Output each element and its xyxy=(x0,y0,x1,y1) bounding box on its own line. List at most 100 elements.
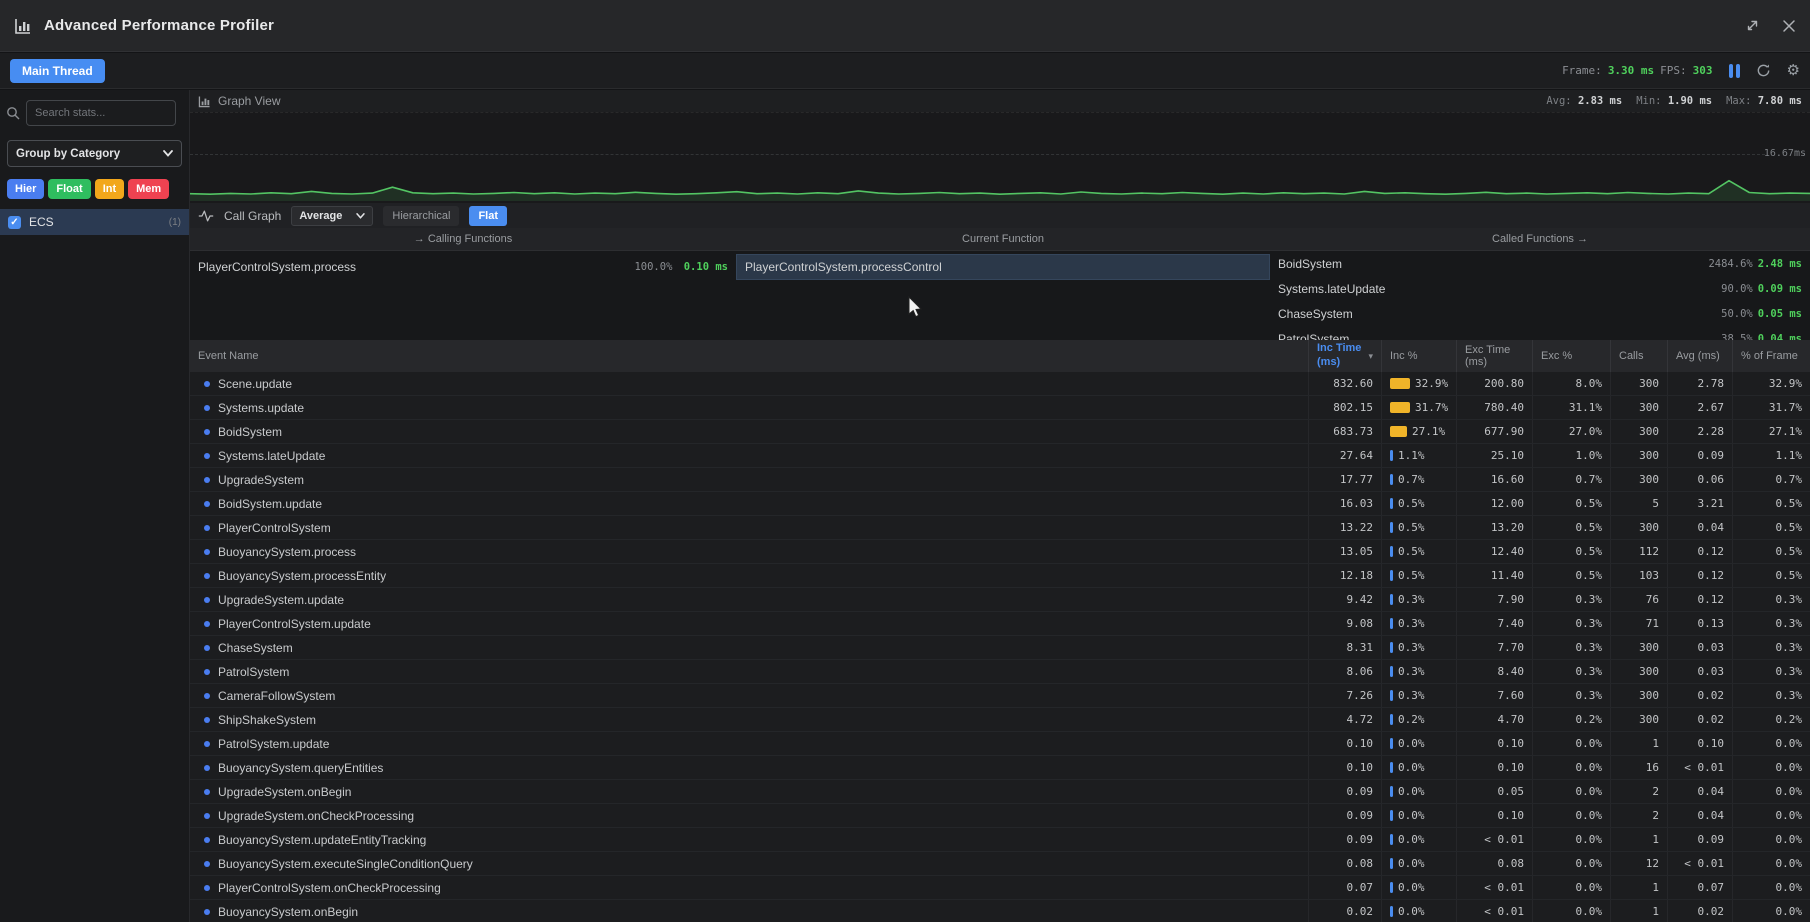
table-row[interactable]: Systems.lateUpdate27.641.1%25.101.0%3000… xyxy=(190,444,1810,468)
current-function-panel: PlayerControlSystem.processControl xyxy=(736,251,1270,340)
table-cell: 0.0% xyxy=(1532,756,1610,779)
table-row[interactable]: BoidSystem.update16.030.5%12.000.5%53.21… xyxy=(190,492,1810,516)
table-cell: 3.21 xyxy=(1667,492,1732,515)
filter-chip-mem[interactable]: Mem xyxy=(128,179,169,199)
event-name: BuoyancySystem.process xyxy=(218,545,356,559)
table-cell: BoidSystem xyxy=(190,420,1308,443)
inc-time-value: 9.42 xyxy=(1347,593,1374,606)
exc-time-value: 12.40 xyxy=(1491,545,1524,558)
table-row[interactable]: PlayerControlSystem13.220.5%13.200.5%300… xyxy=(190,516,1810,540)
filter-chip-hier[interactable]: Hier xyxy=(7,179,44,199)
frame-pct-value: 0.3% xyxy=(1776,641,1803,654)
table-row[interactable]: PatrolSystem8.060.3%8.400.3%3000.030.3% xyxy=(190,660,1810,684)
table-cell: < 0.01 xyxy=(1456,900,1532,922)
avg-ms-value: 0.12 xyxy=(1698,593,1725,606)
checkbox-checked-icon[interactable]: ✓ xyxy=(8,216,21,229)
table-row[interactable]: ChaseSystem8.310.3%7.700.3%3000.030.3% xyxy=(190,636,1810,660)
column-header-exc-time[interactable]: Exc Time (ms) xyxy=(1456,340,1532,372)
table-row[interactable]: BoidSystem683.7327.1%677.9027.0%3002.282… xyxy=(190,420,1810,444)
avg-ms-value: 0.04 xyxy=(1698,809,1725,822)
table-cell: ChaseSystem xyxy=(190,636,1308,659)
exc-pct-value: 0.0% xyxy=(1576,905,1603,918)
chevron-down-icon xyxy=(163,150,173,157)
inc-pct-value: 0.7% xyxy=(1398,473,1425,486)
column-header-avg[interactable]: Avg (ms) xyxy=(1667,340,1732,372)
table-row[interactable]: PlayerControlSystem.onCheckProcessing0.0… xyxy=(190,876,1810,900)
inc-pct-value: 0.0% xyxy=(1398,833,1425,846)
calling-function-pct: 100.0% xyxy=(634,261,672,273)
current-function-row[interactable]: PlayerControlSystem.processControl xyxy=(736,254,1270,280)
frame-pct-value: 0.0% xyxy=(1776,737,1803,750)
column-header-frame-pct[interactable]: % of Frame xyxy=(1732,340,1810,372)
table-row[interactable]: BuoyancySystem.queryEntities0.100.0%0.10… xyxy=(190,756,1810,780)
column-header-exc-pct[interactable]: Exc % xyxy=(1532,340,1610,372)
calls-value: 300 xyxy=(1639,473,1659,486)
filter-chip-float[interactable]: Float xyxy=(48,179,90,199)
column-header-inc-pct[interactable]: Inc % xyxy=(1381,340,1456,372)
column-header-event-name[interactable]: Event Name xyxy=(190,340,1308,372)
exc-time-value: < 0.01 xyxy=(1484,833,1524,846)
sort-descending-icon: ▾ xyxy=(1368,351,1373,362)
group-by-dropdown[interactable]: Group by Category xyxy=(7,140,182,167)
max-value: 7.80 ms xyxy=(1758,95,1802,107)
table-row[interactable]: Systems.update802.1531.7%780.4031.1%3002… xyxy=(190,396,1810,420)
tab-main-thread[interactable]: Main Thread xyxy=(10,59,105,83)
table-row[interactable]: CameraFollowSystem7.260.3%7.600.3%3000.0… xyxy=(190,684,1810,708)
gear-icon[interactable]: ⚙ xyxy=(1787,63,1800,78)
table-row[interactable]: PlayerControlSystem.update9.080.3%7.400.… xyxy=(190,612,1810,636)
table-cell: 5 xyxy=(1610,492,1667,515)
inc-time-value: 0.09 xyxy=(1347,785,1374,798)
column-header-calls[interactable]: Calls xyxy=(1610,340,1667,372)
calls-value: 300 xyxy=(1639,377,1659,390)
table-cell: 0.0% xyxy=(1732,852,1810,875)
table-cell: 0.12 xyxy=(1667,564,1732,587)
table-cell: 32.9% xyxy=(1732,372,1810,395)
table-row[interactable]: ShipShakeSystem4.720.2%4.700.2%3000.020.… xyxy=(190,708,1810,732)
table-cell: 27.0% xyxy=(1532,420,1610,443)
exc-pct-value: 0.3% xyxy=(1576,593,1603,606)
table-row[interactable]: UpgradeSystem17.770.7%16.600.7%3000.060.… xyxy=(190,468,1810,492)
graph-view-icon xyxy=(198,95,211,108)
calls-value: 76 xyxy=(1646,593,1659,606)
table-cell: 76 xyxy=(1610,588,1667,611)
close-icon[interactable] xyxy=(1782,19,1796,33)
hierarchical-button[interactable]: Hierarchical xyxy=(383,206,459,226)
table-cell: 0.0% xyxy=(1532,828,1610,851)
column-header-inc-time[interactable]: Inc Time (ms) ▾ xyxy=(1308,340,1381,372)
table-cell: 0.0% xyxy=(1532,900,1610,922)
called-function-row[interactable]: Systems.lateUpdate90.0%0.09 ms xyxy=(1270,276,1810,301)
refresh-icon[interactable] xyxy=(1756,63,1771,78)
table-cell: 0.03 xyxy=(1667,636,1732,659)
inc-pct-bar xyxy=(1390,498,1393,509)
table-row[interactable]: BuoyancySystem.updateEntityTracking0.090… xyxy=(190,828,1810,852)
table-cell: 1 xyxy=(1610,876,1667,899)
event-name: BoidSystem xyxy=(218,425,282,439)
table-cell: 112 xyxy=(1610,540,1667,563)
frame-time-graph[interactable]: 16.67ms xyxy=(190,112,1810,203)
table-row[interactable]: BuoyancySystem.process13.050.5%12.400.5%… xyxy=(190,540,1810,564)
table-cell: 2 xyxy=(1610,780,1667,803)
filter-chip-int[interactable]: Int xyxy=(95,179,124,199)
table-cell: PatrolSystem.update xyxy=(190,732,1308,755)
table-row[interactable]: BuoyancySystem.processEntity12.180.5%11.… xyxy=(190,564,1810,588)
flat-button[interactable]: Flat xyxy=(469,206,507,226)
sidebar-item-ecs[interactable]: ✓ ECS (1) xyxy=(0,209,189,235)
called-function-row[interactable]: ChaseSystem50.0%0.05 ms xyxy=(1270,301,1810,326)
table-cell: 300 xyxy=(1610,372,1667,395)
table-row[interactable]: UpgradeSystem.onBegin0.090.0%0.050.0%20.… xyxy=(190,780,1810,804)
called-function-row[interactable]: BoidSystem2484.6%2.48 ms xyxy=(1270,251,1810,276)
call-graph-mode-dropdown[interactable]: Average xyxy=(291,206,373,226)
inc-time-value: 0.02 xyxy=(1347,905,1374,918)
table-row[interactable]: BuoyancySystem.executeSingleConditionQue… xyxy=(190,852,1810,876)
calling-function-row[interactable]: PlayerControlSystem.process 100.0% 0.10 … xyxy=(190,254,736,280)
table-row[interactable]: BuoyancySystem.onBegin0.020.0%< 0.010.0%… xyxy=(190,900,1810,922)
table-row[interactable]: UpgradeSystem.onCheckProcessing0.090.0%0… xyxy=(190,804,1810,828)
search-input[interactable] xyxy=(26,100,176,126)
collapse-window-icon[interactable] xyxy=(1745,18,1760,33)
table-row[interactable]: PatrolSystem.update0.100.0%0.100.0%10.10… xyxy=(190,732,1810,756)
pause-icon[interactable] xyxy=(1729,64,1740,78)
exc-time-value: 8.40 xyxy=(1498,665,1525,678)
called-function-row[interactable]: PatrolSystem38.5%0.04 ms xyxy=(1270,326,1810,340)
table-row[interactable]: Scene.update832.6032.9%200.808.0%3002.78… xyxy=(190,372,1810,396)
table-row[interactable]: UpgradeSystem.update9.420.3%7.900.3%760.… xyxy=(190,588,1810,612)
